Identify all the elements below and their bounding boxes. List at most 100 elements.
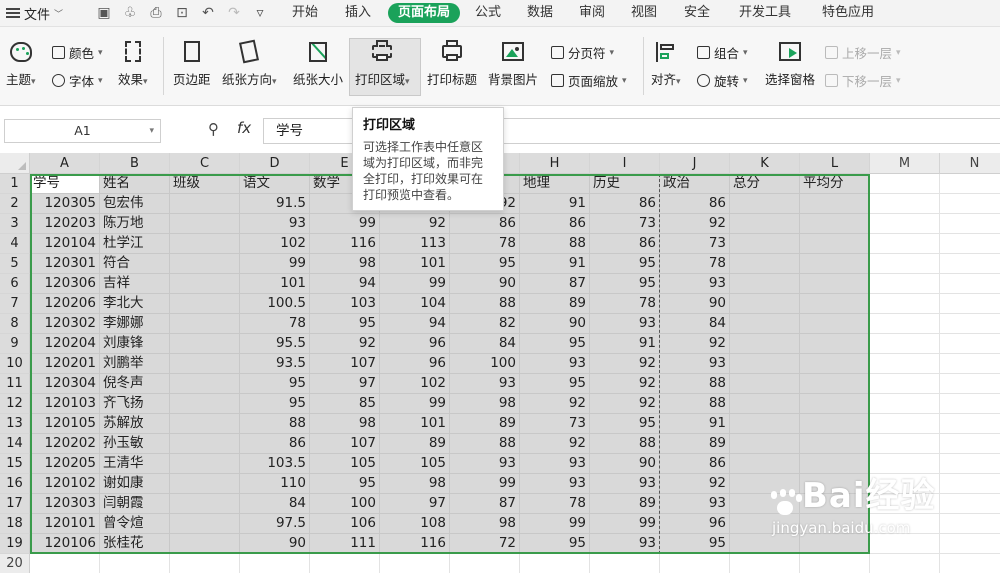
cell-n20[interactable] (940, 554, 1000, 573)
row-header-19[interactable]: 19 (0, 534, 30, 554)
cell-e8[interactable]: 95 (310, 314, 380, 334)
cell-n3[interactable] (940, 214, 1000, 234)
cell-a2[interactable]: 120305 (30, 194, 100, 214)
cell-n17[interactable] (940, 494, 1000, 514)
cell-c7[interactable] (170, 294, 240, 314)
cell-b17[interactable]: 闫朝霞 (100, 494, 170, 514)
cell-d15[interactable]: 103.5 (240, 454, 310, 474)
cell-a3[interactable]: 120203 (30, 214, 100, 234)
cell-i5[interactable]: 95 (590, 254, 660, 274)
cell-c14[interactable] (170, 434, 240, 454)
cell-k14[interactable] (730, 434, 800, 454)
cell-k11[interactable] (730, 374, 800, 394)
cell-h13[interactable]: 73 (520, 414, 590, 434)
cell-k4[interactable] (730, 234, 800, 254)
cell-j7[interactable]: 90 (660, 294, 730, 314)
cell-h14[interactable]: 92 (520, 434, 590, 454)
cell-i8[interactable]: 93 (590, 314, 660, 334)
cell-l4[interactable] (800, 234, 870, 254)
column-header-l[interactable]: L (800, 153, 870, 174)
cell-i10[interactable]: 92 (590, 354, 660, 374)
cell-h9[interactable]: 95 (520, 334, 590, 354)
cell-d16[interactable]: 110 (240, 474, 310, 494)
cell-l7[interactable] (800, 294, 870, 314)
cell-a14[interactable]: 120202 (30, 434, 100, 454)
cell-b9[interactable]: 刘康锋 (100, 334, 170, 354)
cell-g20[interactable] (450, 554, 520, 573)
cell-e20[interactable] (310, 554, 380, 573)
cell-h8[interactable]: 90 (520, 314, 590, 334)
cell-e3[interactable]: 99 (310, 214, 380, 234)
cell-l2[interactable] (800, 194, 870, 214)
cell-c18[interactable] (170, 514, 240, 534)
cell-a20[interactable] (30, 554, 100, 573)
cell-g16[interactable]: 99 (450, 474, 520, 494)
cell-f7[interactable]: 104 (380, 294, 450, 314)
cell-b14[interactable]: 孙玉敏 (100, 434, 170, 454)
cell-d11[interactable]: 95 (240, 374, 310, 394)
cell-d7[interactable]: 100.5 (240, 294, 310, 314)
row-header-4[interactable]: 4 (0, 234, 30, 254)
cell-j11[interactable]: 88 (660, 374, 730, 394)
theme-button[interactable]: 主题▾ (6, 39, 36, 88)
cell-d12[interactable]: 95 (240, 394, 310, 414)
cell-c12[interactable] (170, 394, 240, 414)
cell-j3[interactable]: 92 (660, 214, 730, 234)
cell-k7[interactable] (730, 294, 800, 314)
cell-f4[interactable]: 113 (380, 234, 450, 254)
cell-n8[interactable] (940, 314, 1000, 334)
cell-k2[interactable] (730, 194, 800, 214)
cell-a5[interactable]: 120301 (30, 254, 100, 274)
cell-a10[interactable]: 120201 (30, 354, 100, 374)
cell-n13[interactable] (940, 414, 1000, 434)
cell-j10[interactable]: 93 (660, 354, 730, 374)
cell-g4[interactable]: 78 (450, 234, 520, 254)
cell-i15[interactable]: 90 (590, 454, 660, 474)
cell-b13[interactable]: 苏解放 (100, 414, 170, 434)
cell-n7[interactable] (940, 294, 1000, 314)
column-header-m[interactable]: M (870, 153, 940, 174)
undo-icon[interactable]: ↶ (198, 3, 218, 23)
cell-h19[interactable]: 95 (520, 534, 590, 554)
cell-a15[interactable]: 120205 (30, 454, 100, 474)
row-header-7[interactable]: 7 (0, 294, 30, 314)
cell-g12[interactable]: 98 (450, 394, 520, 414)
row-header-6[interactable]: 6 (0, 274, 30, 294)
cell-a13[interactable]: 120105 (30, 414, 100, 434)
cell-n16[interactable] (940, 474, 1000, 494)
row-header-13[interactable]: 13 (0, 414, 30, 434)
cell-g19[interactable]: 72 (450, 534, 520, 554)
column-header-a[interactable]: A (30, 153, 100, 174)
cell-f19[interactable]: 116 (380, 534, 450, 554)
cell-m1[interactable] (870, 174, 940, 194)
cell-d10[interactable]: 93.5 (240, 354, 310, 374)
cell-d6[interactable]: 101 (240, 274, 310, 294)
cell-l8[interactable] (800, 314, 870, 334)
row-header-16[interactable]: 16 (0, 474, 30, 494)
page-break-button[interactable]: 分页符 ▾ (551, 43, 614, 62)
cell-a8[interactable]: 120302 (30, 314, 100, 334)
cell-f3[interactable]: 92 (380, 214, 450, 234)
cell-h11[interactable]: 95 (520, 374, 590, 394)
row-header-20[interactable]: 20 (0, 554, 30, 573)
cell-h7[interactable]: 89 (520, 294, 590, 314)
cell-h20[interactable] (520, 554, 590, 573)
cell-a19[interactable]: 120106 (30, 534, 100, 554)
cell-g8[interactable]: 82 (450, 314, 520, 334)
cell-k5[interactable] (730, 254, 800, 274)
cell-k1[interactable]: 总分 (730, 174, 800, 194)
cell-m7[interactable] (870, 294, 940, 314)
cell-c8[interactable] (170, 314, 240, 334)
cell-i11[interactable]: 92 (590, 374, 660, 394)
cell-h4[interactable]: 88 (520, 234, 590, 254)
cell-l13[interactable] (800, 414, 870, 434)
cell-c16[interactable] (170, 474, 240, 494)
cell-f17[interactable]: 97 (380, 494, 450, 514)
cell-c20[interactable] (170, 554, 240, 573)
cell-n14[interactable] (940, 434, 1000, 454)
cell-j19[interactable]: 95 (660, 534, 730, 554)
cell-b4[interactable]: 杜学江 (100, 234, 170, 254)
cell-c3[interactable] (170, 214, 240, 234)
cell-b8[interactable]: 李娜娜 (100, 314, 170, 334)
background-button[interactable]: 背景图片 (488, 39, 538, 88)
